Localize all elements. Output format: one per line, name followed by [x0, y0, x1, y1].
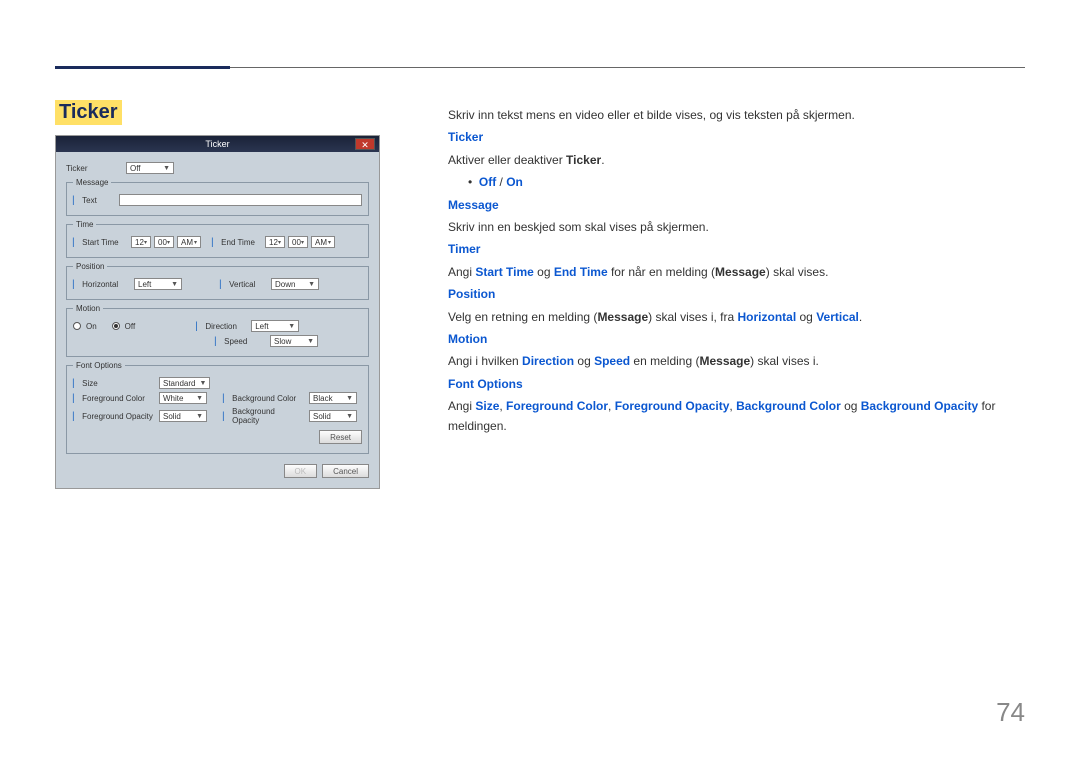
message-legend: Message [73, 178, 111, 187]
bullet-icon: ▏ [73, 394, 79, 403]
motion-group: Motion On Off ▏Direction Left▼ ▏Speed Sl… [66, 304, 369, 357]
dialog-footer: OK Cancel [66, 458, 369, 478]
motion-heading: Motion [448, 332, 487, 346]
direction-label: Direction [205, 322, 237, 331]
bullet-icon: ▏ [73, 238, 79, 247]
motion-legend: Motion [73, 304, 103, 313]
bullet-icon: ▏ [73, 379, 79, 388]
chevron-down-icon: ▼ [163, 165, 170, 172]
bullet-icon: ▏ [212, 238, 218, 247]
cancel-button[interactable]: Cancel [322, 464, 369, 478]
fg-color-dropdown[interactable]: White▼ [159, 392, 207, 404]
message-heading: Message [448, 198, 499, 212]
end-ampm-spinner[interactable]: AM▾ [311, 236, 335, 248]
time-group: Time ▏Start Time 12▾ 00▾ AM▾ ▏End Time 1… [66, 220, 369, 258]
bullet-icon: ▏ [73, 280, 79, 289]
font-options-heading: Font Options [448, 377, 523, 391]
size-label: Size [82, 379, 98, 388]
start-ampm-spinner[interactable]: AM▾ [177, 236, 201, 248]
bg-color-label: Background Color [232, 394, 296, 403]
bullet-icon: ▏ [223, 412, 229, 421]
position-heading: Position [448, 287, 495, 301]
page-title: Ticker [55, 100, 122, 125]
horizontal-label: Horizontal [82, 280, 118, 289]
time-legend: Time [73, 220, 96, 229]
motion-desc: Angi i hvilken Direction og Speed en mel… [448, 351, 1025, 371]
message-group: Message ▏Text [66, 178, 369, 216]
start-time-label: Start Time [82, 238, 118, 247]
header-rule-thick [55, 66, 230, 69]
bullet-icon: ▏ [223, 394, 229, 403]
ticker-row: Ticker Off▼ [66, 162, 369, 174]
text-input[interactable] [119, 194, 362, 206]
timer-heading: Timer [448, 242, 480, 256]
on-radio[interactable] [73, 322, 81, 330]
dialog-body: Ticker Off▼ Message ▏Text Time ▏Start Ti… [56, 152, 379, 488]
bg-color-dropdown[interactable]: Black▼ [309, 392, 357, 404]
fg-opacity-label: Foreground Opacity [82, 412, 153, 421]
on-label: On [86, 322, 97, 331]
end-hour-spinner[interactable]: 12▾ [265, 236, 285, 248]
horizontal-dropdown[interactable]: Left▼ [134, 278, 182, 290]
off-radio[interactable] [112, 322, 120, 330]
bullet-icon: ▏ [196, 322, 202, 331]
message-desc: Skriv inn en beskjed som skal vises på s… [448, 217, 1025, 237]
off-label: Off [125, 322, 136, 331]
doc-text: Skriv inn tekst mens en video eller et b… [448, 105, 1025, 439]
end-time-label: End Time [221, 238, 255, 247]
header-rule-thin [230, 67, 1025, 68]
position-legend: Position [73, 262, 107, 271]
size-dropdown[interactable]: Standard▼ [159, 377, 210, 389]
font-desc: Angi Size, Foreground Color, Foreground … [448, 396, 1025, 437]
close-icon[interactable]: ✕ [355, 138, 375, 150]
bg-opacity-dropdown[interactable]: Solid▼ [309, 410, 357, 422]
ticker-label: Ticker [66, 164, 126, 173]
start-min-spinner[interactable]: 00▾ [154, 236, 174, 248]
end-min-spinner[interactable]: 00▾ [288, 236, 308, 248]
position-group: Position ▏Horizontal Left▼ ▏Vertical Dow… [66, 262, 369, 300]
timer-desc: Angi Start Time og End Time for når en m… [448, 262, 1025, 282]
speed-label: Speed [224, 337, 247, 346]
bullet-icon: ▏ [215, 337, 221, 346]
speed-dropdown[interactable]: Slow▼ [270, 335, 318, 347]
start-hour-spinner[interactable]: 12▾ [131, 236, 151, 248]
ticker-heading: Ticker [448, 130, 483, 144]
off-on-bullet: • Off / On [448, 172, 1025, 192]
reset-button[interactable]: Reset [319, 430, 362, 444]
direction-dropdown[interactable]: Left▼ [251, 320, 299, 332]
fg-color-label: Foreground Color [82, 394, 145, 403]
ticker-desc: Aktiver eller deaktiver Ticker. [448, 150, 1025, 170]
text-label: Text [82, 196, 97, 205]
ticker-dialog: Ticker ✕ Ticker Off▼ Message ▏Text Time … [55, 135, 380, 489]
bullet-icon: ▏ [73, 196, 79, 205]
ticker-dropdown[interactable]: Off▼ [126, 162, 174, 174]
intro-text: Skriv inn tekst mens en video eller et b… [448, 105, 1025, 125]
font-legend: Font Options [73, 361, 125, 370]
font-options-group: Font Options ▏Size Standard▼ ▏Foreground… [66, 361, 369, 454]
bullet-icon: ▏ [220, 280, 226, 289]
dialog-titlebar: Ticker ✕ [56, 136, 379, 152]
page-number: 74 [996, 697, 1025, 728]
ok-button[interactable]: OK [284, 464, 318, 478]
fg-opacity-dropdown[interactable]: Solid▼ [159, 410, 207, 422]
bg-opacity-label: Background Opacity [232, 407, 303, 425]
vertical-label: Vertical [229, 280, 255, 289]
vertical-dropdown[interactable]: Down▼ [271, 278, 319, 290]
dialog-title: Ticker [205, 139, 229, 149]
position-desc: Velg en retning en melding (Message) ska… [448, 307, 1025, 327]
bullet-icon: ▏ [73, 412, 79, 421]
